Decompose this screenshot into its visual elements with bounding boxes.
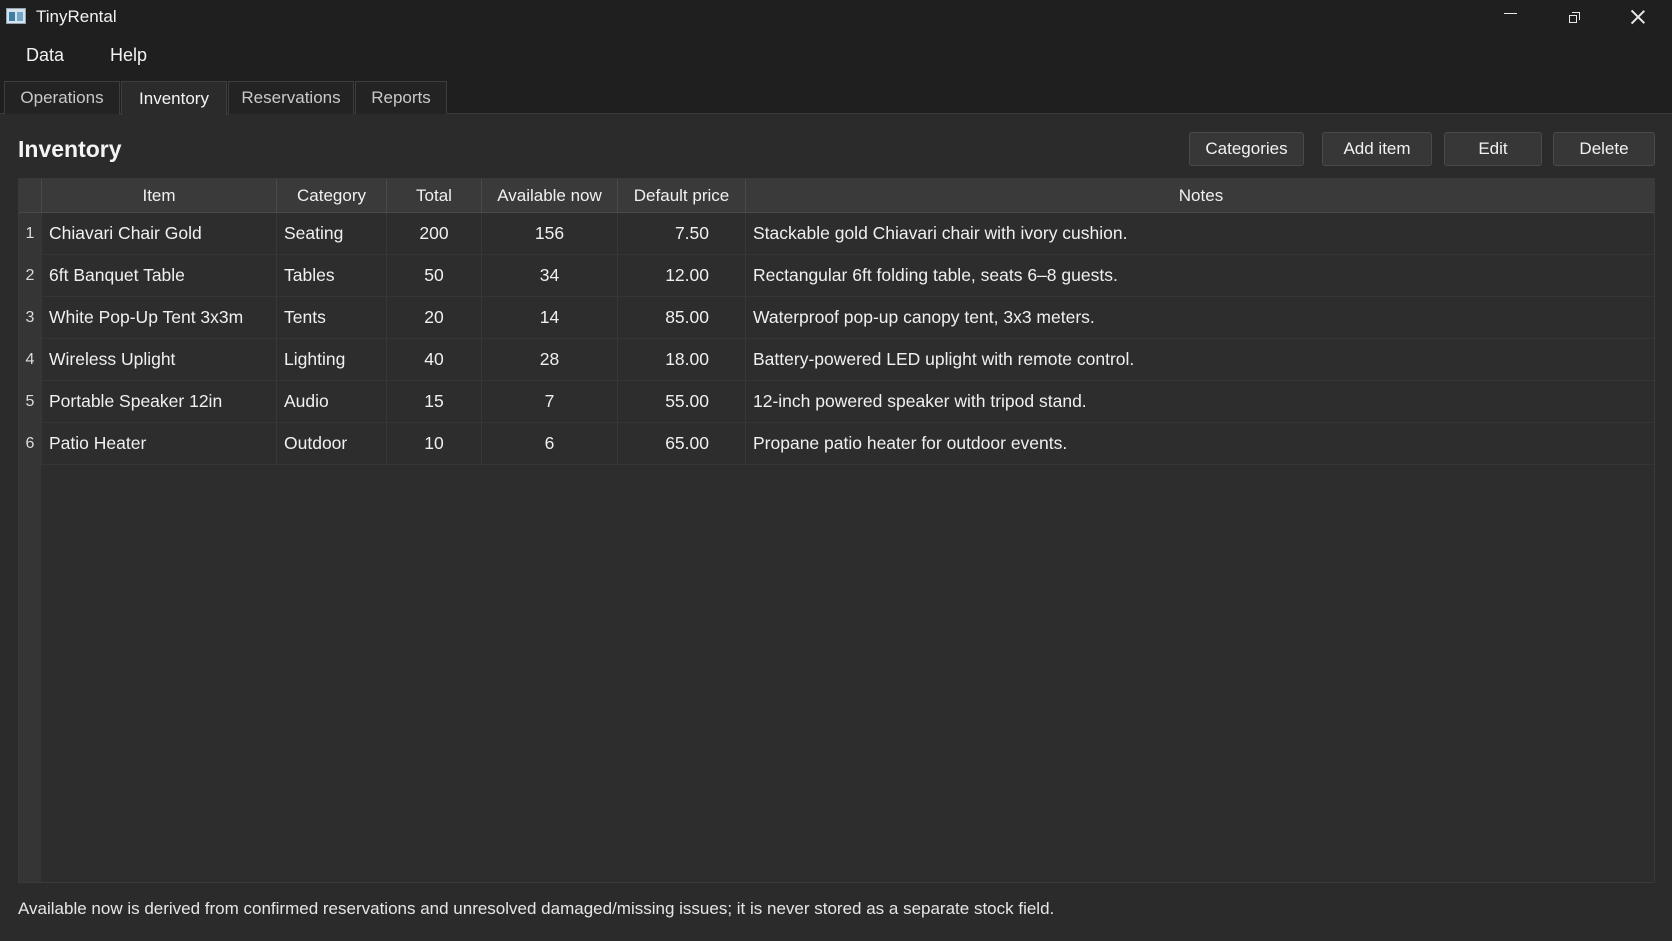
tab-bar: Operations Inventory Reservations Report…: [0, 78, 1672, 115]
corner-cell[interactable]: [19, 179, 41, 212]
cell-total[interactable]: 20: [386, 297, 481, 338]
table-header: Item Category Total Available now Defaul…: [19, 179, 1654, 213]
app-icon: [6, 8, 26, 24]
row-number[interactable]: 2: [19, 255, 41, 296]
cell-item[interactable]: White Pop-Up Tent 3x3m: [41, 297, 276, 338]
minimize-button[interactable]: [1479, 0, 1541, 34]
restore-icon: [1568, 11, 1580, 23]
window-title: TinyRental: [36, 7, 117, 26]
cell-notes[interactable]: Propane patio heater for outdoor events.: [745, 423, 1654, 464]
title-bar: TinyRental: [0, 0, 1672, 34]
cell-default-price[interactable]: 7.50: [617, 213, 745, 254]
cell-default-price[interactable]: 55.00: [617, 381, 745, 422]
edit-button[interactable]: Edit: [1444, 132, 1542, 166]
tab-reservations[interactable]: Reservations: [228, 81, 354, 114]
column-header-item[interactable]: Item: [41, 179, 276, 212]
cell-notes[interactable]: Battery-powered LED uplight with remote …: [745, 339, 1654, 380]
table-row[interactable]: 1 Chiavari Chair Gold Seating 200 156 7.…: [19, 213, 1654, 255]
menu-bar: Data Help: [0, 34, 1672, 78]
add-item-button[interactable]: Add item: [1322, 132, 1432, 166]
cell-category[interactable]: Tables: [276, 255, 386, 296]
column-header-default-price[interactable]: Default price: [617, 179, 745, 212]
row-number[interactable]: 3: [19, 297, 41, 338]
cell-notes[interactable]: Rectangular 6ft folding table, seats 6–8…: [745, 255, 1654, 296]
column-header-notes[interactable]: Notes: [745, 179, 1654, 212]
cell-category[interactable]: Audio: [276, 381, 386, 422]
restore-button[interactable]: [1543, 0, 1605, 34]
cell-item[interactable]: Chiavari Chair Gold: [41, 213, 276, 254]
cell-category[interactable]: Lighting: [276, 339, 386, 380]
cell-total[interactable]: 10: [386, 423, 481, 464]
column-header-total[interactable]: Total: [386, 179, 481, 212]
close-button[interactable]: [1607, 0, 1669, 34]
cell-item[interactable]: Wireless Uplight: [41, 339, 276, 380]
cell-default-price[interactable]: 18.00: [617, 339, 745, 380]
cell-notes[interactable]: 12-inch powered speaker with tripod stan…: [745, 381, 1654, 422]
table-row[interactable]: 6 Patio Heater Outdoor 10 6 65.00 Propan…: [19, 423, 1654, 465]
table-row[interactable]: 4 Wireless Uplight Lighting 40 28 18.00 …: [19, 339, 1654, 381]
cell-available-now[interactable]: 7: [481, 381, 617, 422]
row-number[interactable]: 6: [19, 423, 41, 464]
inventory-table[interactable]: Item Category Total Available now Defaul…: [18, 178, 1655, 883]
cell-category[interactable]: Tents: [276, 297, 386, 338]
column-header-category[interactable]: Category: [276, 179, 386, 212]
cell-total[interactable]: 15: [386, 381, 481, 422]
cell-total[interactable]: 50: [386, 255, 481, 296]
cell-item[interactable]: Portable Speaker 12in: [41, 381, 276, 422]
cell-item[interactable]: Patio Heater: [41, 423, 276, 464]
menu-help[interactable]: Help: [110, 45, 147, 66]
table-row[interactable]: 2 6ft Banquet Table Tables 50 34 12.00 R…: [19, 255, 1654, 297]
minimize-icon: [1503, 12, 1517, 14]
row-number[interactable]: 1: [19, 213, 41, 254]
footer-note: Available now is derived from confirmed …: [18, 899, 1055, 918]
delete-button[interactable]: Delete: [1553, 132, 1655, 166]
cell-available-now[interactable]: 156: [481, 213, 617, 254]
table-row[interactable]: 3 White Pop-Up Tent 3x3m Tents 20 14 85.…: [19, 297, 1654, 339]
tab-inventory[interactable]: Inventory: [121, 81, 227, 115]
page-title: Inventory: [18, 136, 122, 162]
cell-available-now[interactable]: 34: [481, 255, 617, 296]
categories-button[interactable]: Categories: [1189, 132, 1304, 166]
column-header-available-now[interactable]: Available now: [481, 179, 617, 212]
tab-reports[interactable]: Reports: [355, 81, 447, 114]
cell-available-now[interactable]: 6: [481, 423, 617, 464]
cell-category[interactable]: Outdoor: [276, 423, 386, 464]
close-icon: [1631, 10, 1645, 24]
cell-default-price[interactable]: 65.00: [617, 423, 745, 464]
tab-operations[interactable]: Operations: [4, 81, 120, 114]
cell-category[interactable]: Seating: [276, 213, 386, 254]
table-row[interactable]: 5 Portable Speaker 12in Audio 15 7 55.00…: [19, 381, 1654, 423]
cell-total[interactable]: 40: [386, 339, 481, 380]
cell-notes[interactable]: Stackable gold Chiavari chair with ivory…: [745, 213, 1654, 254]
app-window: TinyRental Data Help Operations Inventor…: [0, 0, 1672, 941]
cell-total[interactable]: 200: [386, 213, 481, 254]
cell-default-price[interactable]: 85.00: [617, 297, 745, 338]
row-number[interactable]: 5: [19, 381, 41, 422]
cell-notes[interactable]: Waterproof pop-up canopy tent, 3x3 meter…: [745, 297, 1654, 338]
cell-available-now[interactable]: 28: [481, 339, 617, 380]
cell-default-price[interactable]: 12.00: [617, 255, 745, 296]
menu-data[interactable]: Data: [26, 45, 64, 66]
row-number[interactable]: 4: [19, 339, 41, 380]
cell-available-now[interactable]: 14: [481, 297, 617, 338]
cell-item[interactable]: 6ft Banquet Table: [41, 255, 276, 296]
